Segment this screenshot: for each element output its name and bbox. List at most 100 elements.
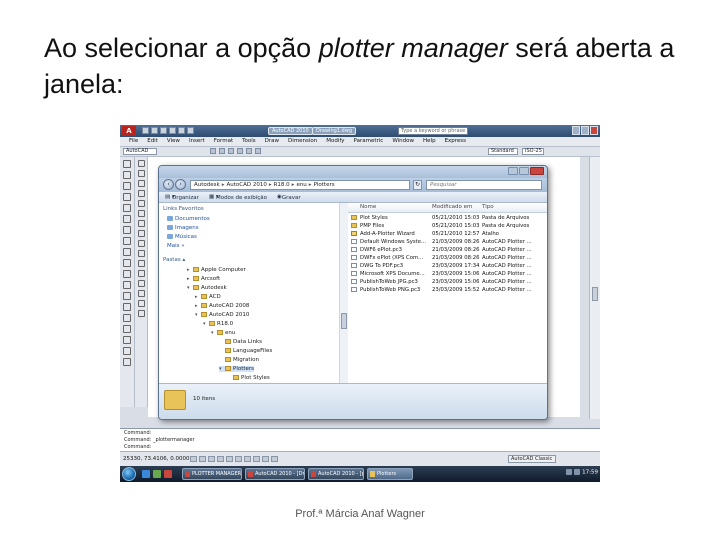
menu-view[interactable]: View	[167, 137, 180, 146]
layer-icon[interactable]	[210, 148, 216, 154]
fillet-icon[interactable]	[137, 300, 145, 307]
navigation-scrollbar[interactable]	[339, 203, 348, 383]
network-icon[interactable]	[566, 469, 573, 475]
table-icon[interactable]	[123, 347, 131, 355]
file-row[interactable]: PMP Files 05/21/2010 15:03 Pasta de Arquiv…	[348, 222, 547, 230]
volume-icon[interactable]	[574, 469, 581, 475]
scroll-thumb[interactable]	[592, 287, 598, 301]
tree-item[interactable]: ▾ Autodesk	[187, 285, 227, 291]
ellipse-icon[interactable]	[123, 259, 131, 267]
menu-modify[interactable]: Modify	[326, 137, 344, 146]
folders-header[interactable]: Pastas ▴	[163, 257, 185, 263]
stretch-icon[interactable]	[137, 240, 145, 247]
ducs-icon[interactable]	[244, 456, 251, 462]
breadcrumb-autodesk[interactable]: Autodesk	[194, 182, 220, 188]
grid-icon[interactable]	[199, 456, 206, 462]
column-name[interactable]: Nome	[360, 204, 376, 210]
taskbar-powerpoint[interactable]: PLOTTER MANAGER.ppt - Mic...	[182, 468, 242, 480]
file-row[interactable]: Plot Styles 05/21/2010 15:03 Pasta de Arqu…	[348, 214, 547, 222]
breadcrumb-plotters[interactable]: Plotters	[314, 182, 335, 188]
xline-icon[interactable]	[123, 171, 131, 179]
column-modified[interactable]: Modificado em	[432, 204, 472, 210]
tree-item-selected[interactable]: ▾ Plotters	[219, 366, 255, 372]
rotate-icon[interactable]	[137, 220, 145, 227]
explorer-search-input[interactable]: Pesquisar	[426, 180, 542, 190]
polar-icon[interactable]	[217, 456, 224, 462]
tree-item[interactable]: Migration	[219, 357, 259, 363]
break-icon[interactable]	[137, 270, 145, 277]
line-icon[interactable]	[123, 160, 131, 168]
help-search-input[interactable]: Type a keyword or phrase	[398, 127, 468, 135]
column-type[interactable]: Tipo	[482, 204, 494, 210]
match-icon[interactable]	[228, 148, 234, 154]
file-row[interactable]: PublishToWeb PNG.pc3 23/03/2009 15:52 Auto…	[348, 286, 547, 294]
menu-help[interactable]: Help	[423, 137, 436, 146]
file-row[interactable]: DWG To PDF.pc3 23/03/2009 17:34 AutoCAD Pl…	[348, 262, 547, 270]
burn-button[interactable]: ◉ Gravar	[277, 193, 301, 201]
save-icon[interactable]	[160, 127, 167, 134]
properties-icon[interactable]	[237, 148, 243, 154]
open-icon[interactable]	[151, 127, 158, 134]
polygon-icon[interactable]	[123, 193, 131, 201]
trim-icon[interactable]	[137, 250, 145, 257]
tree-item[interactable]: Plot Styles	[227, 375, 270, 381]
scale-icon[interactable]	[137, 230, 145, 237]
favorite-imagens[interactable]: Imagens	[167, 225, 199, 231]
dim-style-combo[interactable]: ISO-25	[522, 148, 544, 155]
minimize-icon[interactable]	[508, 167, 518, 175]
tree-item[interactable]: ▾ AutoCAD 2010	[195, 312, 249, 318]
taskbar-autocad-2[interactable]: AutoCAD 2010 - [pt-...	[308, 468, 364, 480]
menu-window[interactable]: Window	[392, 137, 414, 146]
ortho-icon[interactable]	[208, 456, 215, 462]
file-row[interactable]: Microsoft XPS Docume... 23/03/2009 15:06 A…	[348, 270, 547, 278]
favorite-musicas[interactable]: Músicas	[167, 234, 197, 240]
polyline-icon[interactable]	[123, 182, 131, 190]
media-icon[interactable]	[153, 470, 161, 478]
workspace-switch[interactable]: AutoCAD Classic	[508, 455, 556, 463]
explode-icon[interactable]	[137, 310, 145, 317]
join-icon[interactable]	[137, 280, 145, 287]
otrack-icon[interactable]	[235, 456, 242, 462]
forward-button[interactable]: ›	[175, 179, 186, 190]
circle-icon[interactable]	[123, 226, 131, 234]
workspace-combo[interactable]: AutoCAD	[123, 148, 157, 155]
breadcrumb-autocad-2010[interactable]: AutoCAD 2010	[226, 182, 266, 188]
favorite-mais[interactable]: Mais »	[167, 243, 185, 249]
mtext-icon[interactable]	[123, 358, 131, 366]
clock[interactable]: 17:59	[582, 470, 598, 476]
taskbar-autocad[interactable]: AutoCAD 2010 - [Drawing1]	[245, 468, 305, 480]
chamfer-icon[interactable]	[137, 290, 145, 297]
menu-file[interactable]: File	[129, 137, 138, 146]
arc-icon[interactable]	[123, 215, 131, 223]
mirror-icon[interactable]	[137, 180, 145, 187]
maximize-icon[interactable]	[581, 126, 589, 135]
osnap-icon[interactable]	[226, 456, 233, 462]
tree-item[interactable]: ▸ ACD	[195, 294, 221, 300]
offset-icon[interactable]	[137, 190, 145, 197]
move-icon[interactable]	[137, 210, 145, 217]
ellipse-arc-icon[interactable]	[123, 270, 131, 278]
rectangle-icon[interactable]	[123, 204, 131, 212]
undo-icon[interactable]	[169, 127, 176, 134]
command-line[interactable]: Command: Command: _plottermanager Comman…	[120, 428, 600, 451]
file-row[interactable]: Default Windows Syste... 21/03/2009 08:26…	[348, 238, 547, 246]
menu-parametric[interactable]: Parametric	[354, 137, 384, 146]
redo-icon[interactable]	[178, 127, 185, 134]
extend-icon[interactable]	[137, 260, 145, 267]
array-icon[interactable]	[137, 200, 145, 207]
menu-express[interactable]: Express	[445, 137, 466, 146]
snap-icon[interactable]	[190, 456, 197, 462]
spline-icon[interactable]	[123, 248, 131, 256]
tree-item[interactable]: Data Links	[219, 339, 262, 345]
autocad-launch-icon[interactable]	[164, 470, 172, 478]
organize-button[interactable]: ▤ Organizar ▾	[165, 193, 199, 201]
back-button[interactable]: ‹	[163, 179, 174, 190]
point-icon[interactable]	[123, 303, 131, 311]
tree-item[interactable]: ▸ Arcsoft	[187, 276, 220, 282]
scroll-thumb[interactable]	[341, 313, 347, 329]
tree-item[interactable]: ▸ Apple Computer	[187, 267, 246, 273]
breadcrumb-enu[interactable]: enu	[296, 182, 306, 188]
favorite-documentos[interactable]: Documentos	[167, 216, 210, 222]
plot-icon[interactable]	[187, 127, 194, 134]
qp-icon[interactable]	[271, 456, 278, 462]
